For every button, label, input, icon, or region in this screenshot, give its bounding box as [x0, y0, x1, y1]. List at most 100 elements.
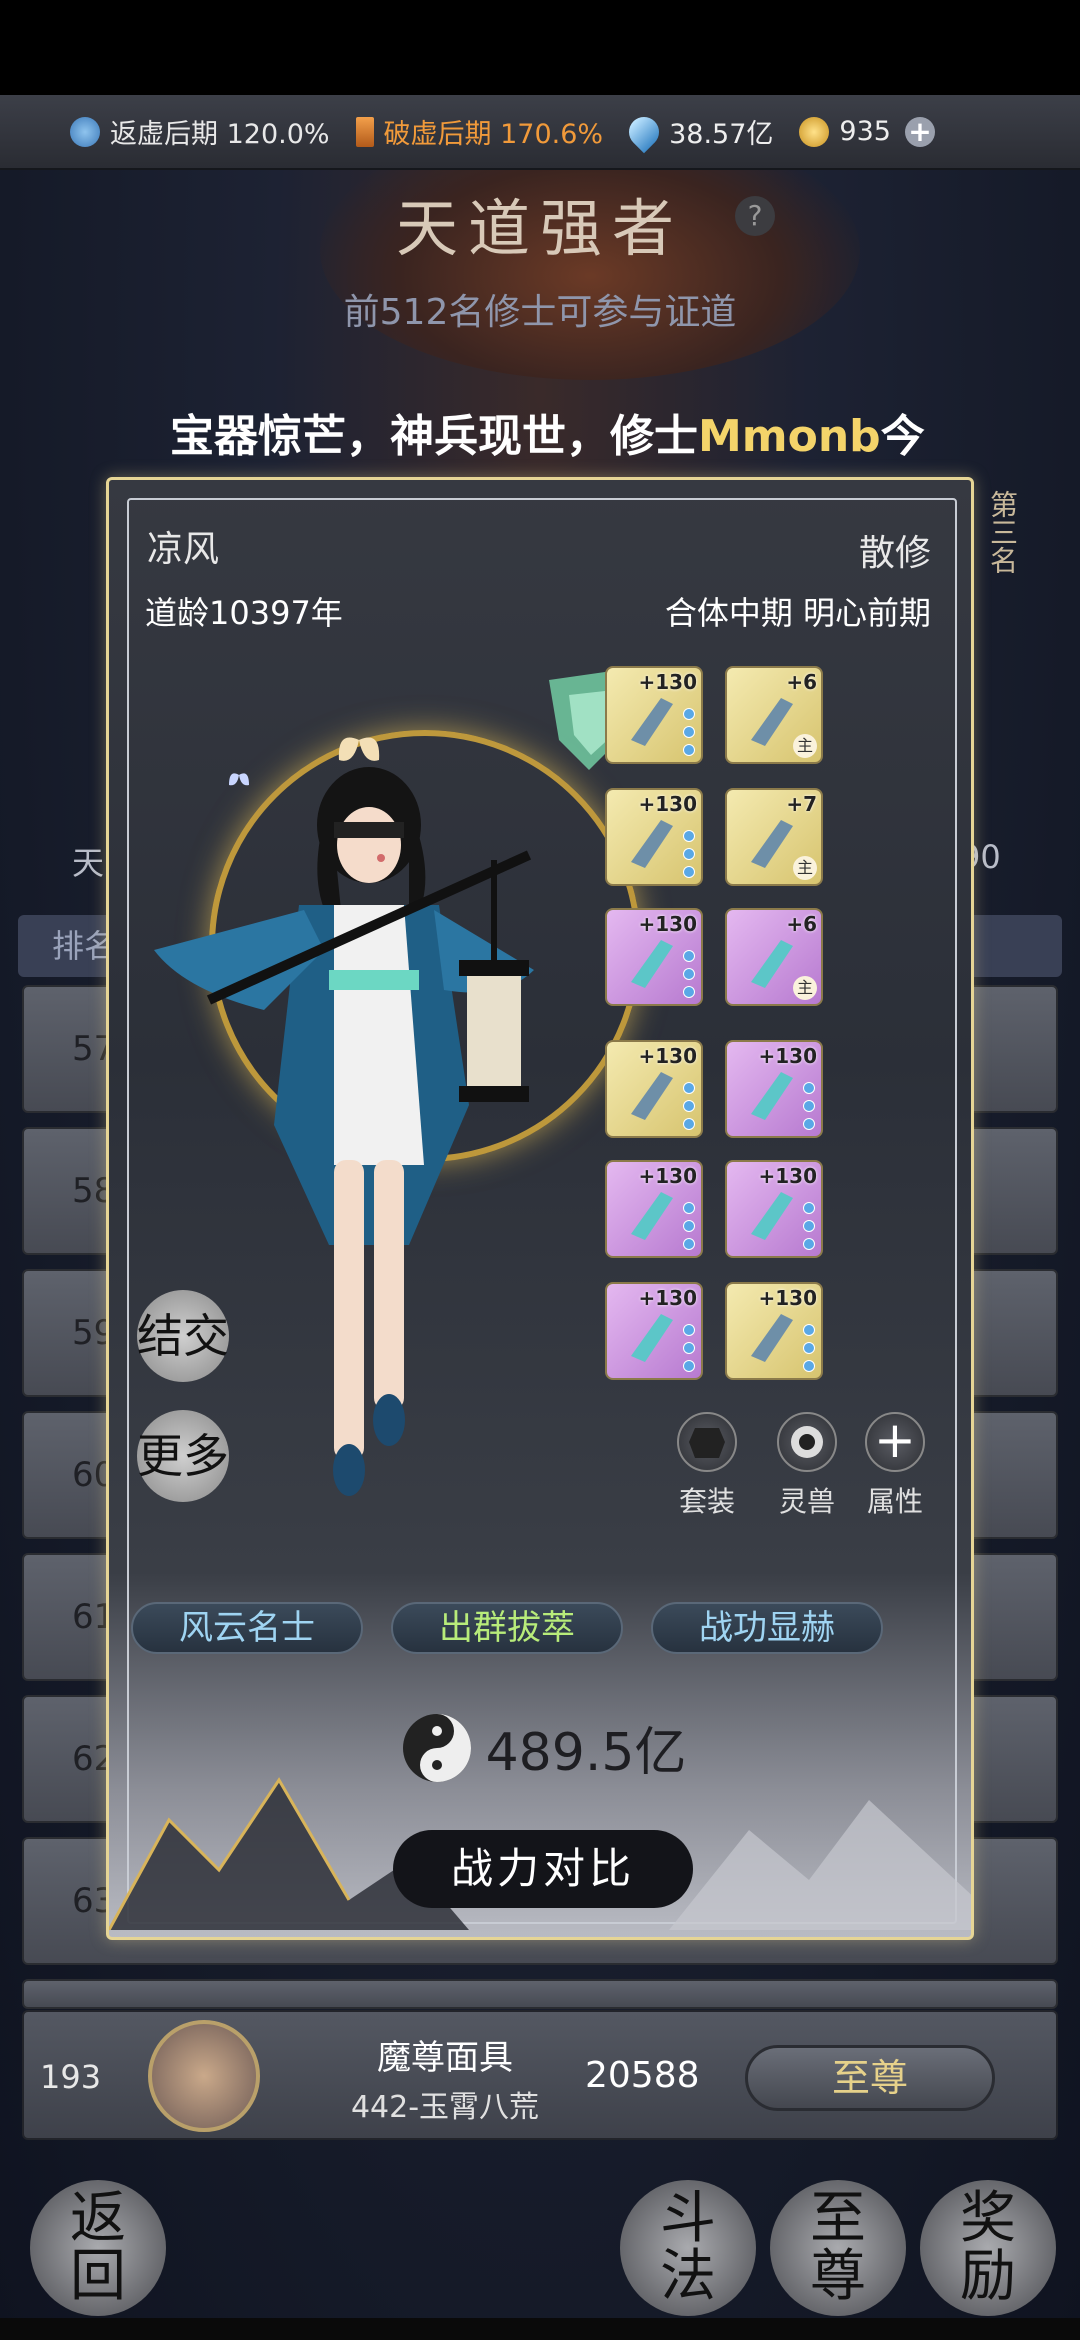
- spirit-beast-button[interactable]: [777, 1412, 837, 1472]
- equipment-item-icon: [631, 1072, 673, 1120]
- gem-socket-icon: [803, 1238, 815, 1250]
- gem-socket-icon: [803, 1100, 815, 1112]
- add-gold-button[interactable]: +: [904, 116, 935, 147]
- reward-button[interactable]: 奖励: [920, 2180, 1056, 2316]
- gem-socket-icon: [683, 1082, 695, 1094]
- yin-yang-blue-icon: [70, 116, 100, 147]
- equipment-slot[interactable]: +130: [725, 1282, 823, 1380]
- gem-socket-icon: [683, 986, 695, 998]
- equipment-slot[interactable]: +130: [605, 666, 703, 764]
- equipment-item-icon: [751, 1314, 793, 1362]
- gem-socket-icon: [683, 1118, 695, 1130]
- supreme-label: 至尊: [810, 2186, 866, 2309]
- equipment-slot[interactable]: +6 主: [725, 666, 823, 764]
- gem-socket-icon: [683, 950, 695, 962]
- equipment-level: +130: [638, 1164, 697, 1188]
- duel-button[interactable]: 斗法: [620, 2180, 756, 2316]
- equipment-slot[interactable]: +130: [605, 788, 703, 886]
- marquee-prefix: 宝器惊芒，神兵现世，修士: [170, 411, 698, 460]
- player-age: 道龄10397年: [145, 594, 343, 632]
- power-row: 489.5亿: [109, 1710, 971, 1785]
- equipment-item-icon: [751, 1192, 793, 1240]
- equipment-level: +130: [638, 1044, 697, 1068]
- equipment-slot[interactable]: +130: [605, 1040, 703, 1138]
- befriend-button[interactable]: 结交: [137, 1290, 229, 1382]
- resource-cultivation: 返虚后期 120.0%: [70, 112, 330, 151]
- resource-cultivation-label: 返虚后期 120.0%: [110, 119, 330, 150]
- set-button[interactable]: [677, 1412, 737, 1472]
- equipment-item-icon: [631, 1314, 673, 1362]
- table-row: [22, 1979, 1058, 2009]
- gem-socket-icon: [803, 1220, 815, 1232]
- announcement-marquee: 宝器惊芒，神兵现世，修士Mmonb今日对: [170, 400, 930, 460]
- yin-yang-icon: [402, 1713, 471, 1782]
- marquee-highlight: Mmonb: [698, 411, 881, 460]
- my-name: 魔尊面具: [377, 2038, 513, 2078]
- equipment-item-icon: [631, 698, 673, 746]
- equipment-slot[interactable]: +130: [605, 1282, 703, 1380]
- player-realm: 合体中期 明心前期: [664, 594, 931, 632]
- my-server: 442-玉霄八荒: [350, 2090, 540, 2125]
- equipment-slot[interactable]: +130: [725, 1160, 823, 1258]
- third-place-label: 第三名: [986, 490, 1019, 574]
- resource-bar: 返虚后期 120.0% 破虚后期 170.6% 38.57亿 935 +: [0, 95, 1080, 170]
- supreme-button[interactable]: 至尊: [770, 2180, 906, 2316]
- gem-socket-icon: [803, 1342, 815, 1354]
- tier-badge[interactable]: 至尊: [745, 2045, 995, 2111]
- beast-icon: [791, 1426, 823, 1458]
- equipment-level: +6: [786, 912, 817, 936]
- more-button[interactable]: 更多: [137, 1410, 229, 1502]
- help-button[interactable]: ?: [735, 196, 775, 236]
- player-sect: 散修: [858, 533, 931, 574]
- equipment-level: +130: [638, 1286, 697, 1310]
- equipment-level: +130: [758, 1164, 817, 1188]
- equipment-slot[interactable]: +130: [605, 1160, 703, 1258]
- equipment-slot[interactable]: +130: [605, 908, 703, 1006]
- gem-socket-icon: [683, 1202, 695, 1214]
- sword-icon: [355, 116, 374, 147]
- resource-breakthrough-label: 破虚后期 170.6%: [383, 119, 604, 150]
- gem-socket-icon: [803, 1082, 815, 1094]
- gem-socket-icon: [683, 1324, 695, 1336]
- equipment-item-icon: [751, 1072, 793, 1120]
- equipment-slot[interactable]: +7 主: [725, 788, 823, 886]
- armor-icon: [689, 1428, 725, 1458]
- gem-socket-icon: [803, 1360, 815, 1372]
- reward-label: 奖励: [960, 2186, 1016, 2309]
- equipment-level: +6: [786, 670, 817, 694]
- equipment-item-icon: [631, 1192, 673, 1240]
- gem-socket-icon: [683, 1238, 695, 1250]
- equipment-level: +130: [638, 912, 697, 936]
- back-button[interactable]: 返回: [30, 2180, 166, 2316]
- main-mark: 主: [793, 976, 817, 1000]
- gem-socket-icon: [803, 1118, 815, 1130]
- gem-socket-icon: [683, 1342, 695, 1354]
- gem-socket-icon: [803, 1324, 815, 1336]
- main-mark: 主: [793, 734, 817, 758]
- attribute-label: 属性: [866, 1485, 923, 1518]
- gem-socket-icon: [683, 726, 695, 738]
- equipment-level: +130: [758, 1286, 817, 1310]
- my-rank: 193: [40, 2058, 102, 2096]
- set-label: 套装: [678, 1485, 735, 1518]
- equipment-item-icon: [631, 820, 673, 868]
- gem-socket-icon: [683, 968, 695, 980]
- player-profile-modal: 凉风 散修 道龄10397年 合体中期 明心前期 +130 +6 主 +130 …: [106, 477, 974, 1940]
- page-title: 天道强者: [395, 192, 684, 265]
- main-mark: 主: [793, 856, 817, 880]
- gem-socket-icon: [683, 848, 695, 860]
- attribute-button[interactable]: +: [865, 1412, 925, 1472]
- avatar[interactable]: [148, 2020, 260, 2132]
- compare-power-button[interactable]: 战力对比: [393, 1830, 693, 1908]
- gem-socket-icon: [683, 1360, 695, 1372]
- gem-socket-icon: [683, 1220, 695, 1232]
- gem-socket-icon: [683, 744, 695, 756]
- equipment-slot[interactable]: +6 主: [725, 908, 823, 1006]
- marquee-suffix: 今日对: [880, 411, 930, 460]
- spirit-crystal-icon: [622, 110, 666, 153]
- equipment-slot[interactable]: +130: [725, 1040, 823, 1138]
- combat-power: 489.5亿: [485, 1723, 687, 1783]
- equipment-level: +130: [758, 1044, 817, 1068]
- resource-crystal-label: 38.57亿: [669, 119, 774, 150]
- status-bar: [0, 0, 1080, 95]
